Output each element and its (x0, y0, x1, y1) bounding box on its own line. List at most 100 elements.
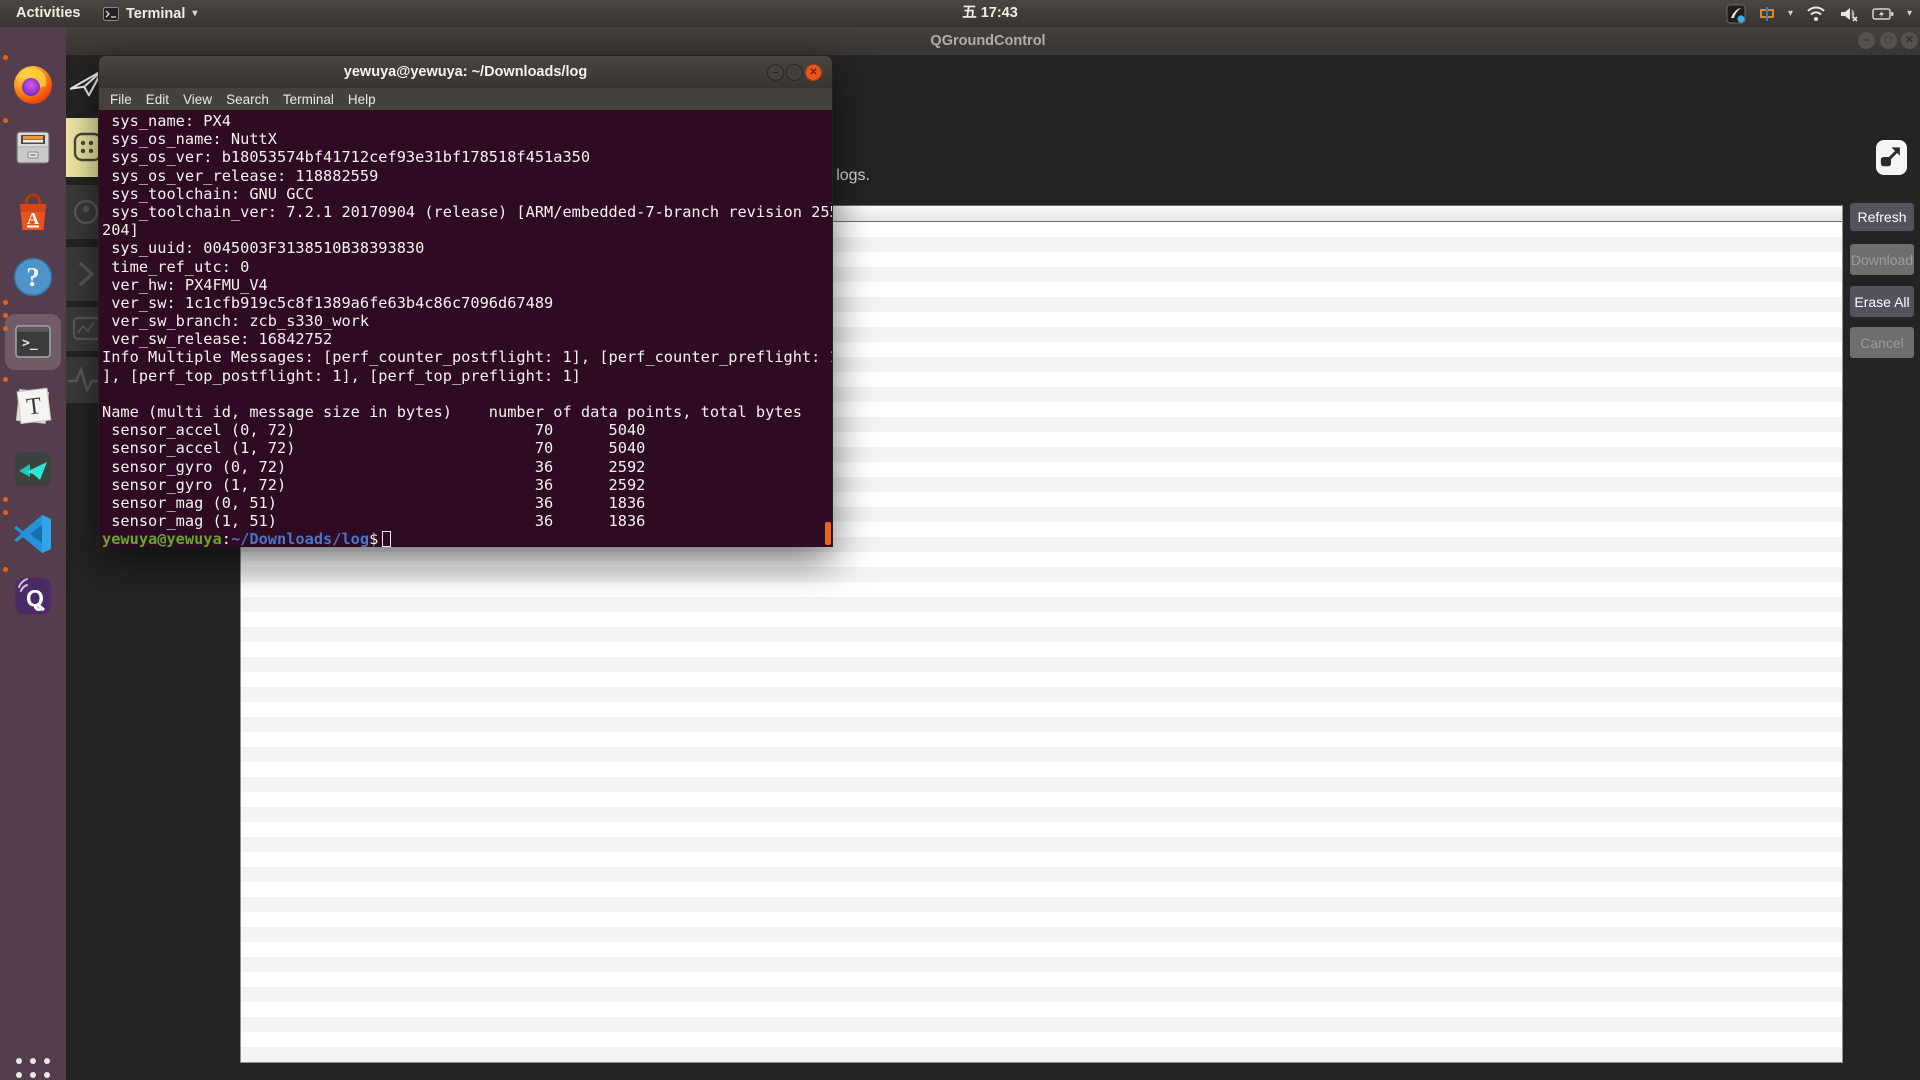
terminal-output-line: ver_hw: PX4FMU_V4 (102, 276, 832, 294)
log-table-stripe (241, 762, 1842, 777)
input-method-icon[interactable] (1726, 4, 1746, 24)
terminal-output-line: sensor_mag (0, 51) 36 1836 (102, 494, 832, 512)
qgc-window-titlebar: QGroundControl – □ ✕ (66, 27, 1920, 55)
log-table-stripe (241, 582, 1842, 597)
chevron-down-icon: ▾ (1788, 8, 1793, 19)
download-button: Download (1850, 244, 1914, 275)
log-table-stripe (241, 852, 1842, 867)
dock-item-terminal[interactable]: >_ (5, 314, 61, 370)
terminal-output-line: sys_os_name: NuttX (102, 130, 832, 148)
log-table-stripe (241, 567, 1842, 582)
log-table-stripe (241, 747, 1842, 762)
dock-item-files[interactable] (9, 123, 57, 171)
log-table-stripe (241, 897, 1842, 912)
gnome-top-bar: Activities Terminal ▾ 五 17:43 ▾ ▾ (0, 0, 1920, 27)
log-table-stripe (241, 657, 1842, 672)
log-table-stripe (241, 717, 1842, 732)
qgc-maximize-button[interactable]: □ (1880, 32, 1897, 49)
qgc-minimize-button[interactable]: – (1858, 32, 1875, 49)
desktop: QGroundControl – □ ✕ Click Refresh to ge… (0, 0, 1920, 1080)
dock-item-help[interactable]: ? (9, 253, 57, 301)
activities-button[interactable]: Activities (16, 0, 80, 27)
log-table-stripe (241, 1047, 1842, 1062)
running-indicator-dot (3, 118, 8, 123)
app-menu-label: Terminal (126, 6, 185, 22)
terminal-window: yewuya@yewuya: ~/Downloads/log – □ ✕ Fil… (98, 55, 833, 547)
log-table-stripe (241, 972, 1842, 987)
log-table-stripe (241, 957, 1842, 972)
terminal-output-line: ver_sw_branch: zcb_s330_work (102, 312, 832, 330)
log-table-stripe (241, 807, 1842, 822)
qgc-close-button[interactable]: ✕ (1901, 32, 1918, 49)
terminal-output-line: sensor_mag (1, 51) 36 1836 (102, 512, 832, 530)
terminal-menubar: FileEditViewSearchTerminalHelp (98, 88, 833, 110)
qgc-window-title: QGroundControl (930, 27, 1045, 55)
terminal-output-line: sys_name: PX4 (102, 112, 832, 130)
log-table-stripe (241, 822, 1842, 837)
battery-icon[interactable] (1872, 7, 1894, 21)
log-table-stripe (241, 627, 1842, 642)
running-indicator-dot (3, 567, 8, 572)
terminal-output-line: sys_toolchain: GNU GCC (102, 185, 832, 203)
terminal-output-line: Info Multiple Messages: [perf_counter_po… (102, 348, 832, 366)
log-table-stripe (241, 732, 1842, 747)
log-table-stripe (241, 1017, 1842, 1032)
dock-item-tabby[interactable] (9, 445, 57, 493)
running-indicator-dot (3, 497, 8, 502)
terminal-maximize-button[interactable]: □ (786, 64, 803, 81)
wifi-icon[interactable] (1806, 6, 1826, 22)
running-indicator-dot (3, 313, 8, 318)
dock-item-vscode[interactable] (9, 509, 57, 557)
log-table-stripe (241, 867, 1842, 882)
terminal-output-line: 204] (102, 221, 832, 239)
running-indicator-dot (3, 510, 8, 515)
dock-item-firefox[interactable] (9, 60, 57, 108)
refresh-button[interactable]: Refresh (1850, 203, 1914, 231)
terminal-minimize-button[interactable]: – (767, 64, 784, 81)
terminal-output[interactable]: sys_name: PX4 sys_os_name: NuttX sys_os_… (98, 110, 833, 547)
terminal-menu-edit[interactable]: Edit (139, 92, 176, 107)
chevron-down-icon: ▾ (1907, 8, 1912, 19)
clock[interactable]: 五 17:43 (962, 0, 1018, 27)
log-table-stripe (241, 1002, 1842, 1017)
chinese-input-icon[interactable] (1759, 6, 1775, 22)
log-table-stripe (241, 1032, 1842, 1047)
terminal-output-line (102, 385, 832, 403)
log-table-stripe (241, 672, 1842, 687)
terminal-prompt: yewuya@yewuya:~/Downloads/log$ (102, 530, 832, 547)
terminal-output-line: ver_sw: 1c1cfb919c5c8f1389a6fe63b4c86c70… (102, 294, 832, 312)
terminal-close-button[interactable]: ✕ (805, 64, 822, 81)
terminal-output-line: ver_sw_release: 16842752 (102, 330, 832, 348)
dock-item-qgroundcontrol[interactable]: Q (9, 572, 57, 620)
app-menu-terminal[interactable]: Terminal ▾ (103, 0, 197, 27)
log-table-stripe (241, 837, 1842, 852)
terminal-output-line: sys_os_ver: b18053574bf41712cef93e31bf17… (102, 148, 832, 166)
erase-all-button[interactable]: Erase All (1850, 286, 1914, 317)
terminal-output-line: Name (multi id, message size in bytes) n… (102, 403, 832, 421)
terminal-cursor (382, 531, 391, 547)
log-table-stripe (241, 777, 1842, 792)
terminal-window-title: yewuya@yewuya: ~/Downloads/log (344, 56, 587, 89)
show-applications-button[interactable] (12, 1054, 54, 1080)
running-indicator-dot (3, 377, 8, 382)
dock-item-ubuntu-software[interactable]: A (9, 189, 57, 237)
terminal-output-line: sensor_gyro (1, 72) 36 2592 (102, 476, 832, 494)
terminal-output-line: ], [perf_top_postflight: 1], [perf_top_p… (102, 367, 832, 385)
terminal-scrollbar-thumb[interactable] (825, 522, 831, 545)
volume-muted-icon[interactable] (1839, 6, 1859, 22)
terminal-titlebar[interactable]: yewuya@yewuya: ~/Downloads/log – □ ✕ (98, 55, 833, 88)
terminal-mini-icon (103, 7, 119, 21)
popout-icon[interactable] (1876, 140, 1907, 175)
terminal-menu-file[interactable]: File (103, 92, 139, 107)
dock-item-text-editor[interactable]: T (9, 382, 57, 430)
terminal-menu-terminal[interactable]: Terminal (276, 92, 341, 107)
terminal-output-line: time_ref_utc: 0 (102, 258, 832, 276)
terminal-output-line: sensor_accel (1, 72) 70 5040 (102, 439, 832, 457)
running-indicator-dot (3, 55, 8, 60)
terminal-menu-search[interactable]: Search (219, 92, 276, 107)
terminal-menu-view[interactable]: View (176, 92, 219, 107)
terminal-menu-help[interactable]: Help (341, 92, 383, 107)
log-table-stripe (241, 882, 1842, 897)
running-indicator-dot (3, 326, 8, 331)
system-status-area[interactable]: ▾ ▾ (1726, 0, 1912, 27)
